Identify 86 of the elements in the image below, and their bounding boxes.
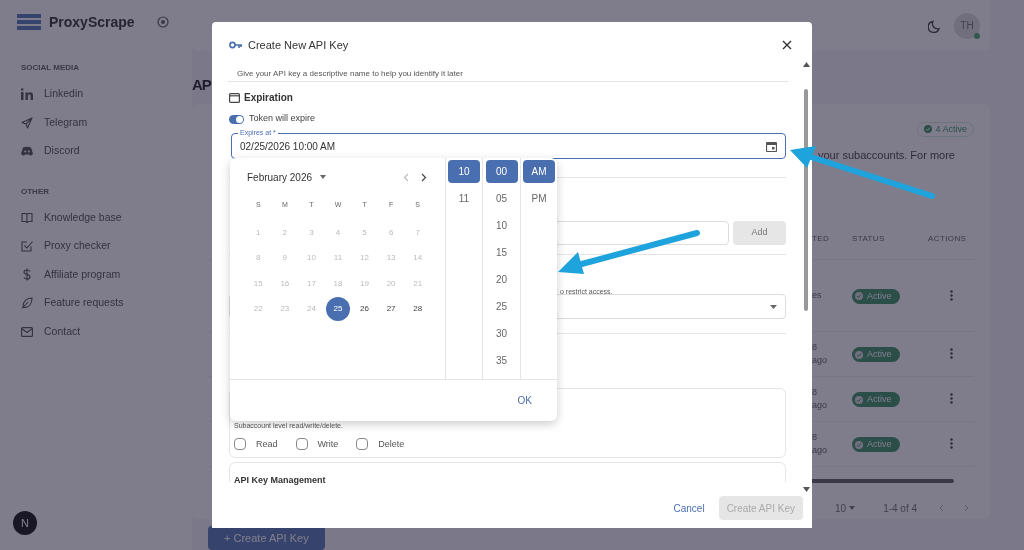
status-badge: Active: [852, 392, 900, 408]
sidebar-item[interactable]: Discord: [17, 137, 192, 166]
calendar-day[interactable]: 27: [379, 297, 404, 322]
more-icon[interactable]: [949, 393, 953, 405]
scrollbar[interactable]: [802, 62, 810, 492]
page-range: 1-4 of 4: [883, 501, 918, 516]
logo-icon: [17, 14, 41, 30]
sidebar-item[interactable]: Feature requests: [17, 289, 192, 318]
page-title: AP: [192, 76, 211, 94]
checkbox[interactable]: [356, 438, 369, 451]
dollar-icon: [23, 268, 31, 282]
minute-option[interactable]: 30: [485, 322, 518, 345]
minute-option[interactable]: 05: [485, 187, 518, 210]
minute-option[interactable]: 00: [485, 160, 518, 183]
table-cell-text: ago: [812, 353, 829, 367]
status-badge: Active: [852, 347, 900, 363]
caret-icon: [849, 506, 856, 511]
sidebar-item[interactable]: Proxy checker: [17, 232, 192, 261]
period-option[interactable]: PM: [523, 187, 555, 210]
status-badge: Active: [852, 288, 900, 304]
checkbox[interactable]: [234, 438, 246, 451]
table-cell-text: ago: [812, 443, 829, 457]
close-icon[interactable]: [782, 40, 792, 50]
paper-plane-icon: [21, 116, 33, 129]
minute-option[interactable]: 10: [485, 214, 518, 237]
sidebar-item[interactable]: Knowledge base: [17, 203, 192, 232]
book-icon: [21, 212, 33, 224]
scrollbar-thumb[interactable]: [804, 89, 808, 311]
feather-icon: [21, 297, 33, 310]
section-heading: OTHER: [20, 185, 50, 198]
month-label[interactable]: February 2026: [247, 169, 313, 185]
ok-button[interactable]: OK: [517, 393, 532, 408]
minute-option[interactable]: 20: [485, 268, 518, 291]
minute-option[interactable]: 35: [485, 349, 518, 372]
moon-icon[interactable]: [928, 18, 942, 33]
section-heading: SOCIAL MEDIA: [20, 62, 81, 74]
section-heading: Expiration: [244, 90, 293, 105]
sidebar-item[interactable]: Telegram: [17, 108, 192, 137]
next-icon[interactable]: [421, 172, 427, 182]
hour-option[interactable]: 10: [448, 160, 480, 183]
calendar-day[interactable]: 26: [352, 297, 377, 322]
key-icon: [229, 41, 242, 49]
column-header: TED: [812, 233, 831, 246]
calendar-day[interactable]: 25: [326, 297, 350, 322]
gamepad-icon: [21, 146, 33, 157]
badge-text: 4 Active: [935, 122, 967, 136]
toggle-label: Token will expire: [249, 112, 316, 126]
scroll-up-icon[interactable]: [802, 62, 810, 67]
sidebar-item[interactable]: Affiliate program: [17, 260, 192, 289]
table-cell-text: es: [812, 288, 823, 302]
calendar-icon: [229, 91, 240, 103]
checkbox[interactable]: [295, 438, 308, 451]
cancel-button[interactable]: Cancel: [673, 500, 705, 516]
checkbox-label: Delete: [378, 437, 405, 451]
section-heading: API Key Management: [234, 475, 326, 485]
toggle-switch[interactable]: [229, 114, 244, 124]
caret-icon: [770, 304, 777, 309]
table-cell-text: ago: [812, 398, 829, 412]
dialog-subtitle: Give your API key a descriptive name to help you identify it later: [236, 68, 464, 80]
collapse-icon[interactable]: [156, 16, 169, 28]
more-icon[interactable]: [949, 289, 953, 301]
create-api-key-button[interactable]: + Create API Key: [208, 526, 325, 550]
calendar-icon[interactable]: [766, 140, 777, 152]
column-header: ACTIONS: [928, 233, 968, 246]
period-option[interactable]: AM: [523, 160, 555, 183]
envelope-icon: [21, 326, 33, 337]
check-circle-icon: [924, 125, 933, 134]
column-header: STATUS: [852, 233, 886, 246]
previous-icon[interactable]: [403, 172, 409, 182]
hour-option[interactable]: 11: [448, 187, 480, 210]
linkedin-icon: [21, 88, 33, 101]
checkbox-label: Write: [317, 437, 339, 451]
brand-name: ProxyScrape: [49, 12, 135, 32]
dialog-title: Create New API Key: [248, 37, 349, 53]
more-icon[interactable]: [949, 438, 953, 450]
minute-option[interactable]: 25: [485, 295, 518, 318]
status-badge: Active: [852, 437, 900, 453]
more-icon[interactable]: [949, 348, 953, 360]
sidebar-item[interactable]: Contact: [17, 317, 192, 346]
checkbox-label: Read: [256, 437, 278, 451]
caret-icon[interactable]: [320, 175, 327, 179]
minute-option[interactable]: 15: [485, 241, 518, 264]
calendar-day[interactable]: 28: [405, 297, 430, 322]
scroll-down-icon[interactable]: [802, 487, 810, 492]
sidebar-item[interactable]: Linkedin: [17, 80, 192, 109]
checkbox-icon: [21, 240, 33, 253]
